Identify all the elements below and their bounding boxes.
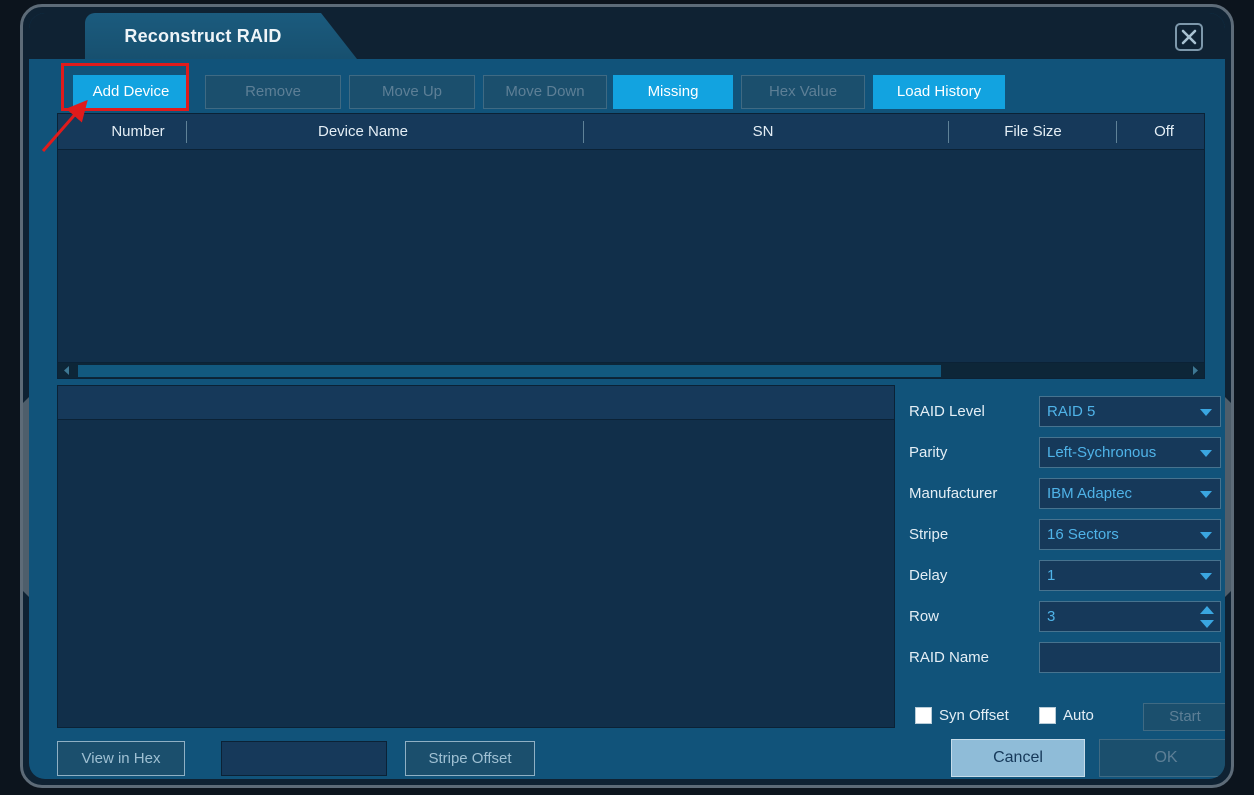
form-label-delay: Delay <box>909 555 947 596</box>
form-row-manufacturer: Manufacturer IBM Adaptec <box>909 473 1205 514</box>
form-row-row: Row 3 <box>909 596 1205 637</box>
toolbar-button-move-up[interactable]: Move Up <box>349 75 475 109</box>
chevron-down-icon[interactable] <box>1200 491 1212 498</box>
scrollbar-thumb[interactable] <box>78 365 941 377</box>
field-value: 1 <box>1047 561 1055 590</box>
field-value: Left-Sychronous <box>1047 438 1156 467</box>
column-header-device-name[interactable]: Device Name <box>218 114 508 150</box>
syn-offset-label: Syn Offset <box>939 701 1009 731</box>
dropdown-raid-level[interactable]: RAID 5 <box>1039 396 1221 427</box>
toolbar-button-remove[interactable]: Remove <box>205 75 341 109</box>
toolbar-button-move-down[interactable]: Move Down <box>483 75 607 109</box>
form-row-delay: Delay 1 <box>909 555 1205 596</box>
column-divider[interactable] <box>583 121 584 143</box>
column-header-sn[interactable]: SN <box>618 114 908 150</box>
arrow-left-icon[interactable] <box>59 363 75 378</box>
syn-offset-checkbox[interactable] <box>915 707 932 724</box>
raid-info-panel[interactable] <box>57 385 895 728</box>
field-value: 16 Sectors <box>1047 520 1119 549</box>
toolbar-button-add-device[interactable]: Add Device <box>73 75 189 109</box>
input-raid-name[interactable] <box>1039 642 1221 673</box>
column-divider[interactable] <box>186 121 187 143</box>
form-label-parity: Parity <box>909 432 947 473</box>
field-value: RAID 5 <box>1047 397 1095 426</box>
device-table-body[interactable] <box>58 150 1204 375</box>
stripe-offset-button[interactable]: Stripe Offset <box>405 741 535 776</box>
form-label-stripe: Stripe <box>909 514 948 555</box>
page-title: Reconstruct RAID <box>85 13 321 59</box>
chevron-down-icon[interactable] <box>1200 409 1212 416</box>
column-header-number[interactable]: Number <box>93 114 183 150</box>
dropdown-delay[interactable]: 1 <box>1039 560 1221 591</box>
spinner-down-icon[interactable] <box>1200 620 1214 628</box>
dropdown-parity[interactable]: Left-Sychronous <box>1039 437 1221 468</box>
reconstruct-raid-dialog: Reconstruct RAID Add Device RemoveMove Up… <box>29 13 1225 779</box>
start-button[interactable]: Start <box>1143 703 1225 731</box>
horizontal-scrollbar[interactable] <box>57 362 1205 379</box>
close-icon[interactable] <box>1175 23 1203 51</box>
form-row-parity: Parity Left-Sychronous <box>909 432 1205 473</box>
column-divider[interactable] <box>948 121 949 143</box>
cancel-button[interactable]: Cancel <box>951 739 1085 777</box>
field-value: IBM Adaptec <box>1047 479 1132 508</box>
form-label-raid-level: RAID Level <box>909 391 985 432</box>
form-label-raid-name: RAID Name <box>909 637 989 678</box>
view-in-hex-button[interactable]: View in Hex <box>57 741 185 776</box>
form-label-manufacturer: Manufacturer <box>909 473 997 514</box>
form-row-raid-name: RAID Name <box>909 637 1205 678</box>
form-row-raid-level: RAID Level RAID 5 <box>909 391 1205 432</box>
column-header-file-size[interactable]: File Size <box>958 114 1108 150</box>
toolbar-button-hex-value[interactable]: Hex Value <box>741 75 865 109</box>
field-value: 3 <box>1047 602 1055 631</box>
toolbar-button-missing[interactable]: Missing <box>613 75 733 109</box>
form-row-stripe: Stripe 16 Sectors <box>909 514 1205 555</box>
application-frame: Reconstruct RAID Add Device RemoveMove Up… <box>20 4 1234 788</box>
chevron-down-icon[interactable] <box>1200 450 1212 457</box>
column-header-off[interactable]: Off <box>1128 114 1200 150</box>
column-divider[interactable] <box>1116 121 1117 143</box>
toolbar-button-load-history[interactable]: Load History <box>873 75 1005 109</box>
chevron-down-icon[interactable] <box>1200 573 1212 580</box>
chevron-down-icon[interactable] <box>1200 532 1212 539</box>
auto-label: Auto <box>1063 701 1094 731</box>
device-table-header: Number Device Name SN File Size Off <box>58 114 1204 150</box>
spinner-up-icon[interactable] <box>1200 606 1214 614</box>
title-bar: Reconstruct RAID <box>29 13 1225 59</box>
auto-checkbox[interactable] <box>1039 707 1056 724</box>
raid-settings-form: RAID Level RAID 5 Parity Left-Sychronous Man… <box>909 391 1205 681</box>
dropdown-manufacturer[interactable]: IBM Adaptec <box>1039 478 1221 509</box>
spinner-arrows[interactable] <box>1200 606 1214 629</box>
offset-input[interactable] <box>221 741 387 776</box>
device-table: Number Device Name SN File Size Off <box>57 113 1205 375</box>
options-row: Syn Offset Auto Start <box>915 701 1215 733</box>
toolbar: Add Device RemoveMove UpMove DownMissingH… <box>29 59 1225 115</box>
arrow-right-icon[interactable] <box>1187 363 1203 378</box>
ok-button[interactable]: OK <box>1099 739 1225 777</box>
spinner-row[interactable]: 3 <box>1039 601 1221 632</box>
raid-info-header <box>58 386 894 420</box>
dropdown-stripe[interactable]: 16 Sectors <box>1039 519 1221 550</box>
form-label-row: Row <box>909 596 939 637</box>
